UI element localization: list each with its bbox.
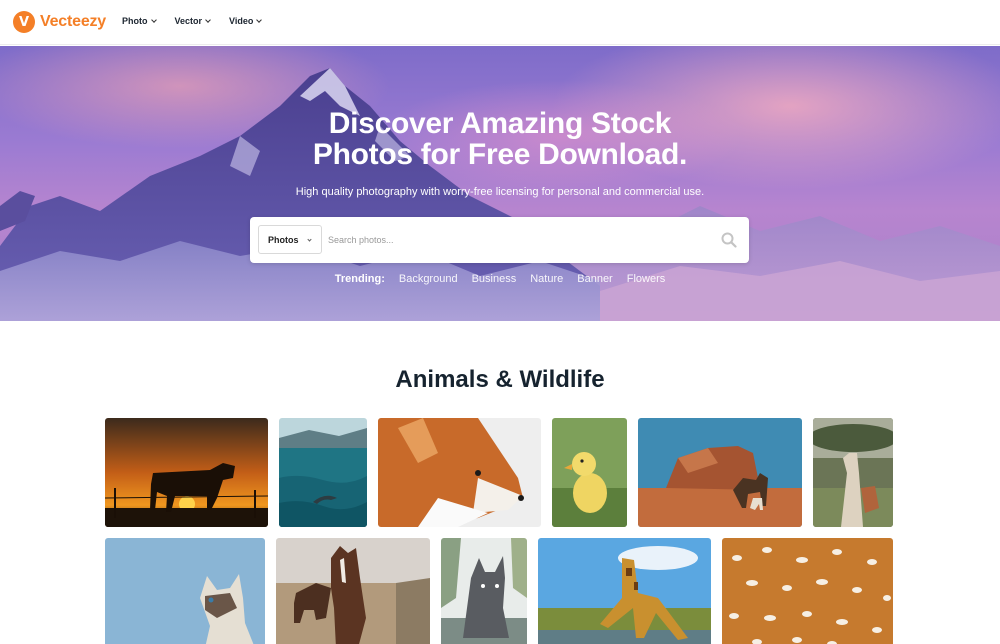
section-title: Animals & Wildlife — [395, 366, 605, 393]
fox-image — [378, 418, 541, 527]
photo-horse[interactable] — [276, 538, 430, 644]
photo-cow-silhouette[interactable] — [105, 418, 268, 527]
hero-banner: Discover Amazing Stock Photos for Free D… — [0, 46, 1000, 321]
hero-title-line1: Discover Amazing Stock — [328, 107, 672, 140]
trending-link-banner[interactable]: Banner — [577, 273, 612, 285]
top-header: V Vecteezy Photo Vector Video — [0, 0, 1000, 45]
deer-fur-image — [722, 538, 893, 644]
search-type-dropdown[interactable]: Photos — [258, 225, 322, 254]
logo-mark-icon: V — [13, 11, 35, 33]
photo-dog[interactable] — [441, 538, 527, 644]
chevron-down-icon — [307, 237, 312, 242]
trending-link-business[interactable]: Business — [472, 273, 517, 285]
nav-vector[interactable]: Vector — [175, 16, 211, 26]
horse-image — [276, 538, 430, 644]
giraffe-drinking-image — [538, 538, 711, 644]
chevron-down-icon — [256, 16, 263, 23]
photo-dolphin[interactable] — [279, 418, 367, 527]
hero-subtitle: High quality photography with worry-free… — [295, 186, 705, 198]
photo-llama[interactable] — [813, 418, 893, 527]
nav-video[interactable]: Video — [229, 16, 263, 26]
nav-photo-label: Photo — [122, 16, 148, 26]
photo-fox[interactable] — [378, 418, 541, 527]
search-input[interactable] — [328, 226, 708, 254]
nav-vector-label: Vector — [174, 16, 203, 26]
photo-deer-fur[interactable] — [722, 538, 893, 644]
dog-stream-image — [441, 538, 527, 644]
photo-siamese-cat[interactable] — [105, 538, 265, 644]
trending-link-nature[interactable]: Nature — [530, 273, 563, 285]
search-bar: Photos — [250, 217, 749, 263]
trending-link-background[interactable]: Background — [399, 273, 458, 285]
chevron-down-icon — [205, 16, 211, 23]
photo-giraffe[interactable] — [538, 538, 711, 644]
dolphin-ocean-image — [279, 418, 367, 527]
photo-duckling[interactable] — [552, 418, 627, 527]
search-icon[interactable] — [721, 232, 737, 248]
siamese-cat-image — [105, 538, 265, 644]
trending-label: Trending: — [334, 273, 385, 285]
hero-title-line2: Photos for Free Download. — [312, 138, 688, 171]
cow-silhouette-image — [105, 418, 268, 527]
trending-bar: Trending: Background Business Nature Ban… — [0, 273, 1000, 285]
nav-video-label: Video — [229, 16, 254, 26]
site-logo[interactable]: V Vecteezy — [13, 11, 106, 33]
trending-link-flowers[interactable]: Flowers — [627, 273, 666, 285]
main-nav: Photo Vector Video — [122, 16, 280, 26]
camel-desert-image — [638, 418, 802, 527]
logo-text: Vecteezy — [40, 13, 107, 30]
llama-field-image — [813, 418, 893, 527]
duckling-image — [552, 418, 627, 527]
hero-title: Discover Amazing Stock Photos for Free D… — [0, 108, 1000, 170]
photo-camel[interactable] — [638, 418, 802, 527]
search-type-label: Photos — [268, 234, 299, 245]
nav-photo[interactable]: Photo — [122, 16, 157, 26]
chevron-down-icon — [150, 16, 157, 23]
